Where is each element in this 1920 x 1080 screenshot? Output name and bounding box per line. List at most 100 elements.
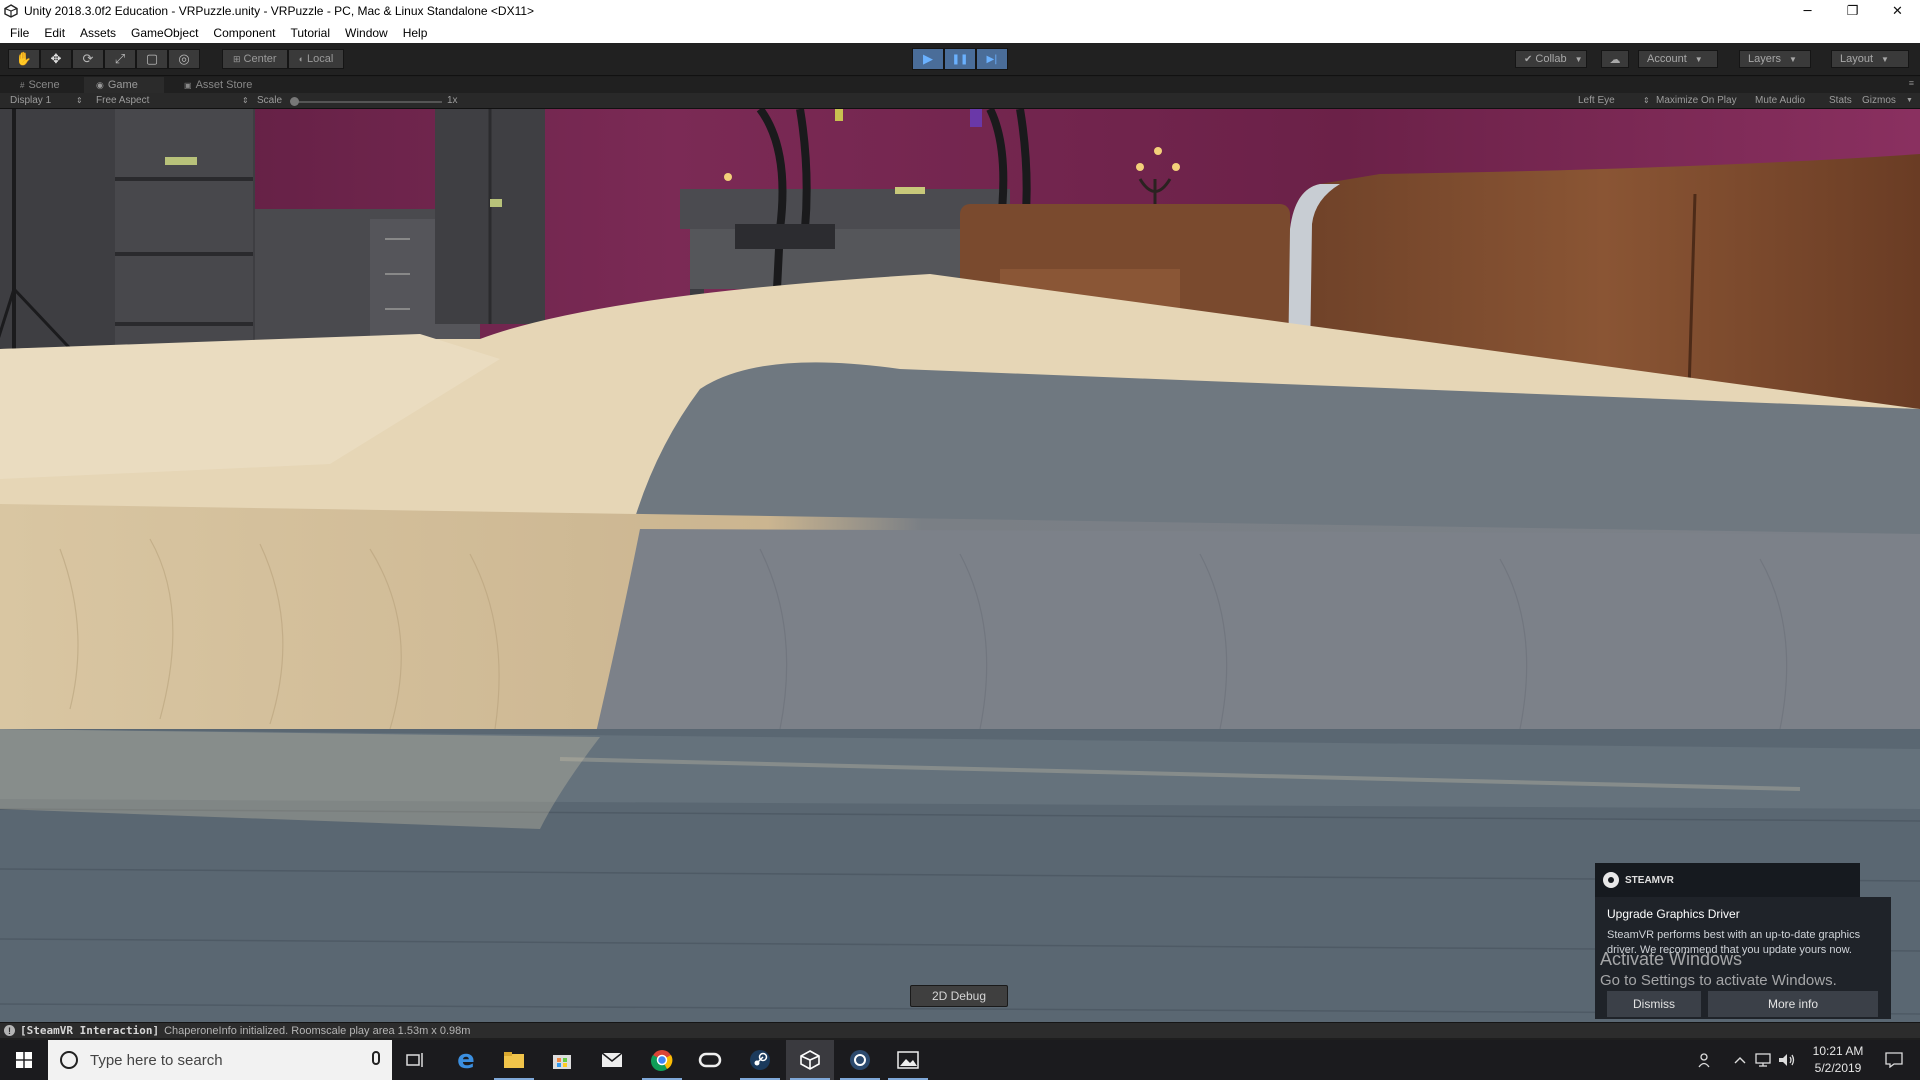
hand-tool-icon[interactable]: ✋ — [8, 49, 40, 69]
window-title: Unity 2018.3.0f2 Education - VRPuzzle.un… — [24, 4, 535, 18]
aspect-dropdown[interactable]: Free Aspect — [96, 95, 149, 106]
scene-tab-icon: # — [20, 80, 25, 90]
check-icon: ✔ — [1524, 53, 1533, 65]
scale-tool-icon[interactable]: ⤢ — [104, 49, 136, 69]
menu-component[interactable]: Component — [203, 26, 280, 40]
transform-tool-icon[interactable]: ◎ — [168, 49, 200, 69]
clock-date: 5/2/2019 — [1814, 1061, 1862, 1075]
pause-button[interactable]: ❚❚ — [944, 48, 976, 70]
cloud-icon: ☁ — [1609, 53, 1621, 66]
tab-game[interactable]: ◉ Game — [84, 77, 164, 93]
watermark-line-2: Go to Settings to activate Windows. — [1600, 972, 1837, 989]
taskbar-search[interactable]: Type here to search — [48, 1040, 392, 1080]
info-icon: ! — [4, 1025, 15, 1036]
microphone-icon[interactable] — [372, 1051, 380, 1065]
steamvr-header: STEAMVR — [1595, 863, 1860, 897]
eye-dropdown[interactable]: Left Eye — [1578, 95, 1615, 106]
taskbar-clock[interactable]: 10:21 AM 5/2/2019 — [1806, 1043, 1870, 1077]
watermark-line-1: Activate Windows — [1600, 949, 1743, 969]
maximize-on-play-toggle[interactable]: Maximize On Play — [1656, 95, 1737, 106]
more-info-button[interactable]: More info — [1708, 991, 1878, 1017]
move-tool-icon[interactable]: ✥ — [40, 49, 72, 69]
rect-tool-icon[interactable]: ▢ — [136, 49, 168, 69]
menu-help[interactable]: Help — [393, 26, 433, 40]
console-message: ChaperoneInfo initialized. Roomscale pla… — [164, 1024, 471, 1037]
tab-asset-store[interactable]: ▣ Asset Store — [172, 77, 262, 93]
unity-taskbar-icon[interactable] — [786, 1040, 834, 1080]
layers-dropdown[interactable]: Layers ▼ — [1739, 50, 1811, 68]
menu-window[interactable]: Window — [335, 26, 393, 40]
mute-audio-toggle[interactable]: Mute Audio — [1755, 95, 1805, 106]
view-tabs: # Scene ◉ Game ▣ Asset Store ≡ — [0, 77, 1920, 93]
stats-toggle[interactable]: Stats — [1829, 95, 1852, 106]
console-tag: [SteamVR Interaction] — [20, 1024, 160, 1037]
chevron-down-icon: ▼ — [1694, 54, 1703, 64]
action-center-icon[interactable] — [1874, 1040, 1914, 1080]
clock-time: 10:21 AM — [1812, 1044, 1864, 1058]
store-icon[interactable] — [538, 1040, 586, 1080]
pivot-local-button[interactable]: ◐ Local — [287, 49, 345, 69]
main-toolbar: ✋ ✥ ⟳ ⤢ ▢ ◎ ⊞ Center ◐ Local ▶ ❚❚ ▶| ✔ Coll… — [0, 43, 1920, 76]
steamvr-taskbar-icon[interactable] — [836, 1040, 884, 1080]
menu-edit[interactable]: Edit — [34, 26, 70, 40]
layout-dropdown[interactable]: Layout ▼ — [1831, 50, 1909, 68]
steamvr-brand: STEAMVR — [1625, 874, 1674, 886]
oculus-icon[interactable] — [686, 1040, 734, 1080]
chevron-down-icon: ▼ — [1789, 54, 1797, 64]
tab-scene[interactable]: # Scene — [8, 77, 70, 93]
search-placeholder: Type here to search — [90, 1051, 223, 1069]
console-status-bar[interactable]: ! [SteamVR Interaction] ChaperoneInfo in… — [0, 1022, 1920, 1038]
cloud-button[interactable]: ☁ — [1601, 50, 1629, 68]
windows-logo-icon — [16, 1052, 32, 1068]
window-titlebar: Unity 2018.3.0f2 Education - VRPuzzle.un… — [0, 0, 1920, 22]
transform-tools: ✋ ✥ ⟳ ⤢ ▢ ◎ — [8, 49, 200, 69]
tab-menu-icon[interactable]: ≡ — [1909, 78, 1914, 88]
chevron-updown-icon: ⇕ — [1643, 96, 1650, 105]
activate-windows-watermark: Activate Windows Go to Settings to activ… — [1600, 948, 1837, 992]
chevron-down-icon: ▼ — [1906, 97, 1913, 104]
chevron-down-icon: ▼ — [1881, 54, 1889, 64]
people-icon[interactable] — [1694, 1040, 1718, 1080]
dismiss-button[interactable]: Dismiss — [1607, 991, 1701, 1017]
steam-icon[interactable] — [736, 1040, 784, 1080]
collab-dropdown[interactable]: ✔ Collab ▼ — [1515, 50, 1587, 68]
scale-slider-handle[interactable] — [290, 97, 299, 106]
unity-logo-icon — [4, 4, 18, 18]
display-dropdown[interactable]: Display 1 — [10, 95, 51, 106]
pivot-icon: ⊞ — [233, 53, 241, 64]
scale-value: 1x — [447, 95, 458, 106]
gizmos-dropdown[interactable]: Gizmos — [1862, 95, 1896, 106]
minimize-button[interactable]: ─ — [1785, 0, 1830, 22]
file-explorer-icon[interactable] — [490, 1040, 538, 1080]
edge-browser-icon[interactable]: e — [442, 1040, 490, 1080]
restore-button[interactable]: ❐ — [1830, 0, 1875, 22]
network-icon[interactable] — [1752, 1040, 1774, 1080]
local-icon: ◐ — [298, 54, 305, 64]
play-button[interactable]: ▶ — [912, 48, 944, 70]
game-tab-icon: ◉ — [96, 79, 104, 90]
menu-assets[interactable]: Assets — [70, 26, 121, 40]
2d-debug-button[interactable]: 2D Debug — [910, 985, 1008, 1007]
asset-store-icon: ▣ — [184, 80, 192, 90]
account-dropdown[interactable]: Account ▼ — [1638, 50, 1718, 68]
scale-label: Scale — [257, 95, 283, 106]
start-button[interactable] — [0, 1040, 48, 1080]
menu-gameobject[interactable]: GameObject — [121, 26, 203, 40]
chevron-up-icon[interactable] — [1730, 1040, 1750, 1080]
game-view-options: Display 1 ⇕ Free Aspect ⇕ Scale 1x Left … — [0, 93, 1920, 109]
step-button[interactable]: ▶| — [976, 48, 1008, 70]
close-button[interactable]: ✕ — [1875, 0, 1920, 22]
menu-file[interactable]: File — [0, 26, 34, 40]
rotate-tool-icon[interactable]: ⟳ — [72, 49, 104, 69]
menu-tutorial[interactable]: Tutorial — [280, 26, 335, 40]
menu-bar: File Edit Assets GameObject Component Tu… — [0, 22, 1920, 43]
pivot-center-button[interactable]: ⊞ Center — [222, 49, 288, 69]
photos-icon[interactable] — [884, 1040, 932, 1080]
playback-controls: ▶ ❚❚ ▶| — [912, 48, 1008, 70]
scale-slider-track[interactable] — [292, 101, 442, 103]
volume-icon[interactable] — [1776, 1040, 1798, 1080]
chrome-icon[interactable] — [638, 1040, 686, 1080]
cortana-icon — [60, 1051, 78, 1069]
task-view-icon[interactable] — [392, 1040, 440, 1080]
mail-icon[interactable] — [588, 1040, 636, 1080]
